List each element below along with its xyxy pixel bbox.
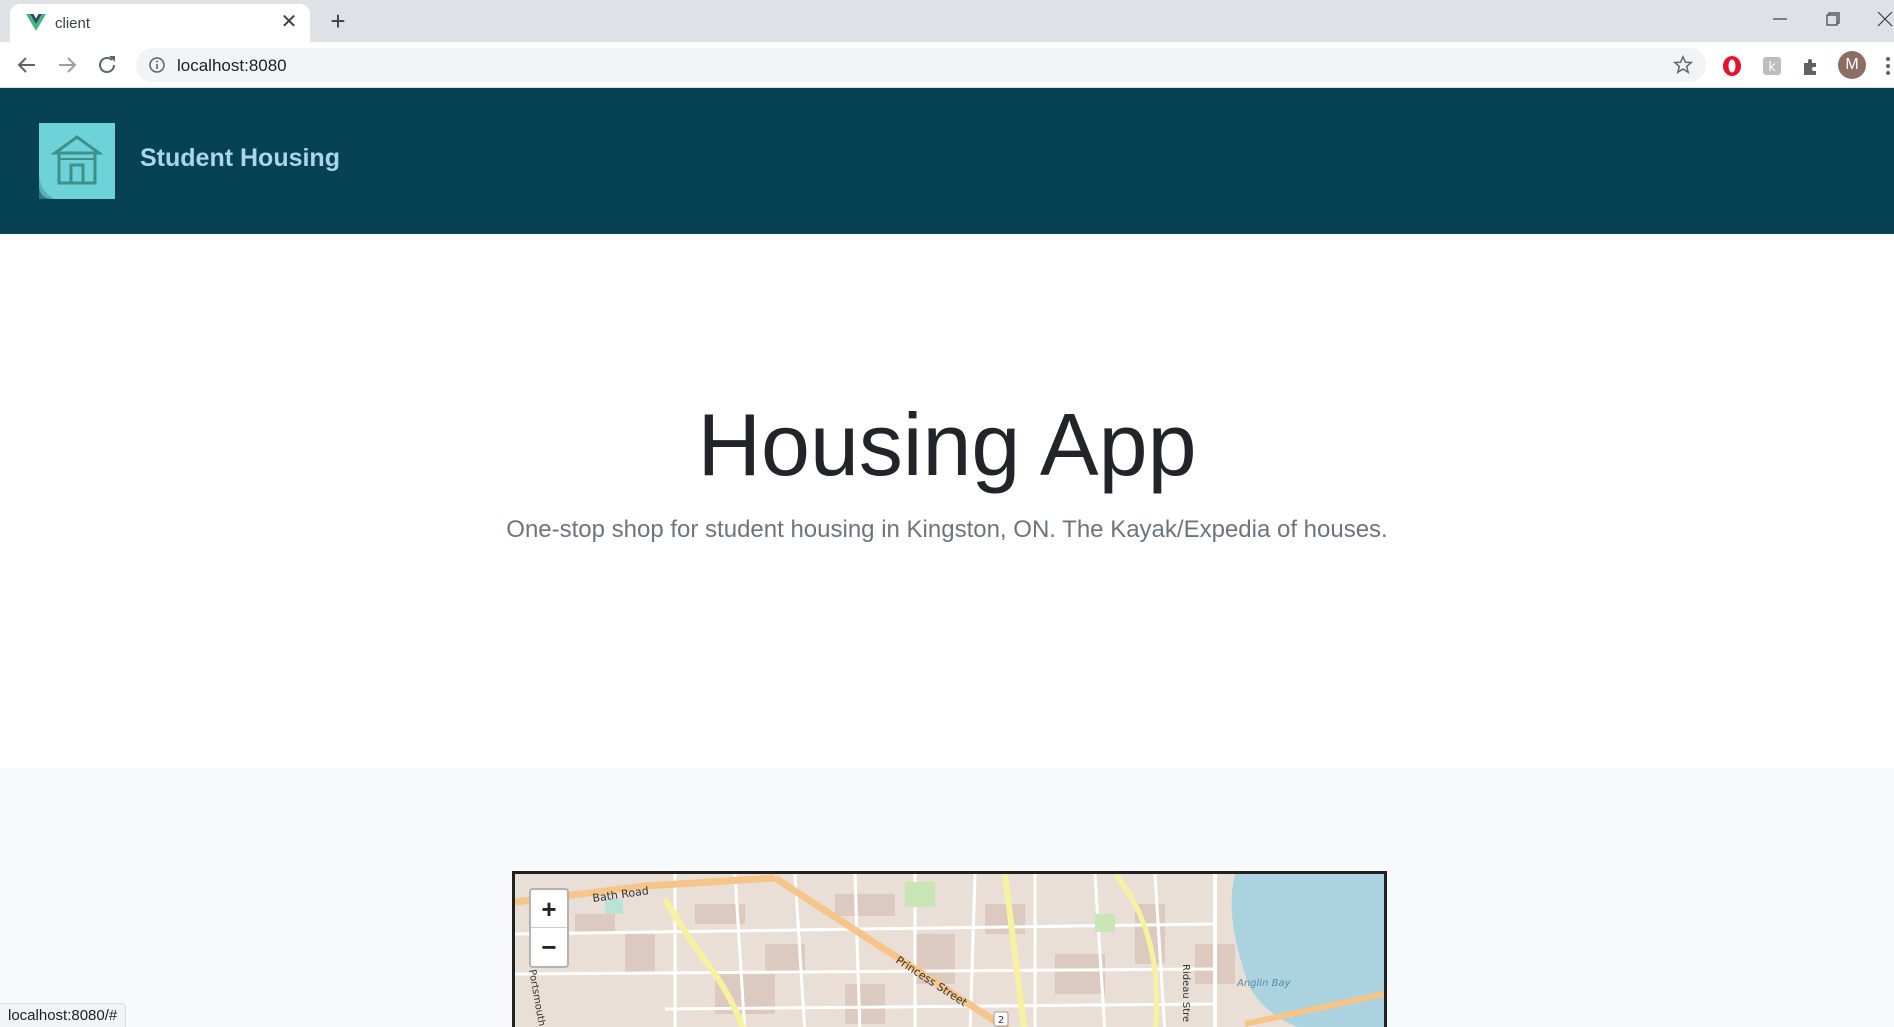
map-label-rideau-street: Rideau Stre (1180, 964, 1191, 1022)
extension-icon[interactable]: k (1760, 54, 1784, 78)
zoom-in-button[interactable]: + (531, 890, 567, 928)
arrow-left-icon[interactable] (12, 50, 42, 80)
window-close-icon[interactable] (1870, 6, 1894, 32)
arrow-right-icon[interactable] (52, 50, 82, 80)
plus-icon[interactable]: + (324, 8, 352, 36)
star-icon[interactable] (1672, 54, 1694, 76)
info-icon[interactable] (148, 56, 166, 74)
status-bar-url: localhost:8080/# (0, 1003, 127, 1027)
map-section: Bath Road Princess Street Rideau Stre Po… (0, 768, 1894, 1027)
app-navbar: Student Housing (0, 88, 1894, 234)
tab-title: client (55, 15, 91, 32)
brand-name[interactable]: Student Housing (140, 144, 340, 173)
jumbotron: Housing App One-stop shop for student ho… (0, 234, 1894, 768)
browser-toolbar: localhost:8080 k M (0, 42, 1894, 88)
map-route-shield: 2 (998, 1015, 1004, 1026)
reload-icon[interactable] (92, 50, 122, 80)
url-text[interactable]: localhost:8080 (177, 56, 287, 76)
page-subtitle: One-stop shop for student housing in Kin… (506, 516, 1388, 543)
restore-icon[interactable] (1818, 6, 1848, 32)
close-icon[interactable]: ✕ (278, 11, 300, 33)
puzzle-icon[interactable] (1800, 54, 1824, 78)
svg-text:k: k (1768, 60, 1776, 75)
browser-tab[interactable]: client ✕ (10, 4, 310, 42)
map-view[interactable]: Bath Road Princess Street Rideau Stre Po… (512, 871, 1387, 1027)
map-label-anglin-bay: Anglin Bay (1236, 978, 1292, 989)
page-title: Housing App (697, 395, 1197, 494)
opera-extension-icon[interactable] (1720, 54, 1744, 78)
menu-kebab-icon[interactable] (1884, 54, 1892, 78)
zoom-out-button[interactable]: − (531, 928, 567, 966)
tab-strip: client ✕ + (0, 0, 1894, 42)
vue-logo-icon (26, 14, 46, 31)
avatar[interactable]: M (1838, 51, 1866, 79)
address-bar[interactable]: localhost:8080 (136, 48, 1706, 82)
map-zoom-control: + − (529, 888, 569, 968)
minimize-icon[interactable] (1765, 6, 1795, 32)
map-tiles: Bath Road Princess Street Rideau Stre Po… (515, 874, 1384, 1027)
house-icon[interactable] (39, 123, 115, 199)
browser-window: client ✕ + localhost:8080 k M Student Ho… (0, 0, 1894, 1027)
